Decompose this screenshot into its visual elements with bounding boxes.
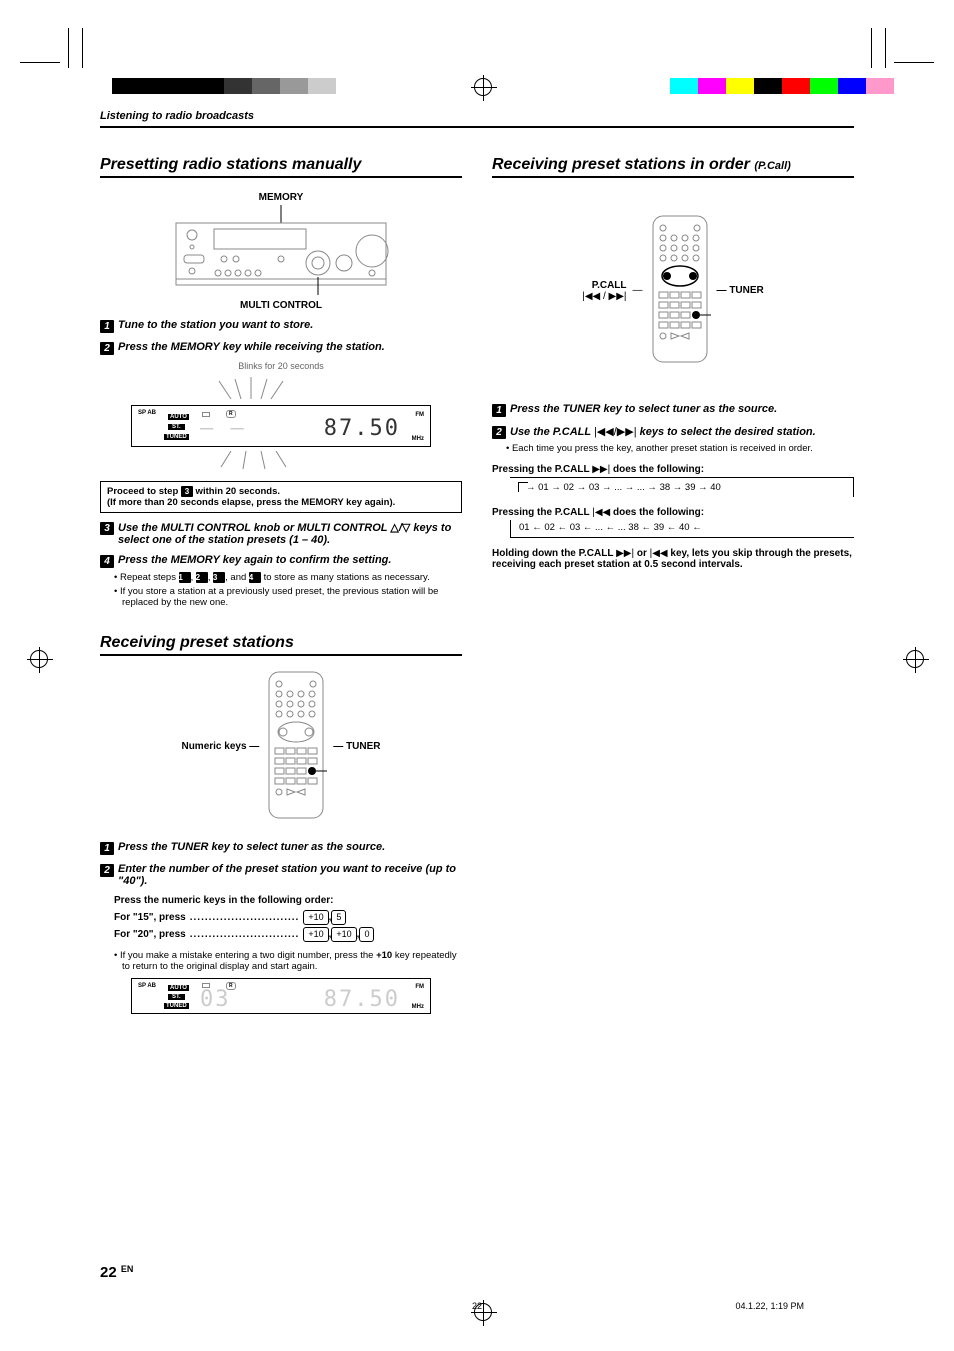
rev-sequence: 01 ← 02 ← 03 ← ... ← ... 38 ← 39 ← 40 ←	[510, 520, 854, 538]
registration-mark-right	[906, 650, 924, 668]
hold-note: Holding down the P.CALL ▶▶| or |◀◀ key, …	[492, 548, 854, 570]
registration-mark-left	[30, 650, 48, 668]
blink-burst-bottom-icon	[131, 451, 431, 471]
repeat-note: • Repeat steps 1, 2, 3, and 4 to store a…	[114, 572, 462, 583]
press-order-header: Press the numeric keys in the following …	[114, 895, 462, 906]
heading-preset-manual: Presetting radio stations manually	[100, 156, 462, 174]
left-column: Presetting radio stations manually MEMOR…	[100, 146, 462, 1024]
remote-diagram-1: Numeric keys —	[100, 670, 462, 823]
step-3: 3Use the MULTI CONTROL knob or MULTI CON…	[100, 521, 462, 546]
key-plus10: +10	[303, 910, 328, 925]
registration-mark-bottom	[474, 1303, 492, 1321]
prev-icon: |◀◀	[592, 507, 610, 518]
lcd-display-2: SP AB AUTO ST. TUNED R 03 87.50 FM MHz	[100, 978, 462, 1014]
prev-next-icon: |◀◀ / ▶▶|	[582, 291, 626, 302]
press-20: For "20", press ........................…	[114, 927, 462, 942]
key-plus10-b: +10	[331, 927, 356, 942]
pcall-step-2: 2Use the P.CALL |◀◀/▶▶| keys to select t…	[492, 425, 854, 439]
remote-icon	[649, 214, 711, 364]
lcd-display-1: Blinks for 20 seconds SP AB AUTO ST. TUN…	[100, 361, 462, 471]
blink-burst-icon	[131, 377, 431, 401]
label-tuner: — TUNER	[333, 741, 380, 752]
prev-next-icon: |◀◀/▶▶|	[594, 426, 637, 438]
step-1: 1Tune to the station you want to store.	[100, 319, 462, 333]
key-5: 5	[331, 910, 346, 925]
footer-timestamp: 04.1.22, 1:19 PM	[735, 1301, 804, 1311]
color-bar-right	[670, 78, 894, 94]
step-2: 2Press the MEMORY key while receiving th…	[100, 341, 462, 355]
section-breadcrumb: Listening to radio broadcasts	[100, 110, 854, 122]
step-4: 4Press the MEMORY key again to confirm t…	[100, 554, 462, 568]
key-0: 0	[359, 927, 374, 942]
label-pcall: P.CALL |◀◀ / ▶▶|	[582, 280, 626, 302]
diagram-label-multi: MULTI CONTROL	[100, 300, 462, 311]
prev-icon: |◀◀	[650, 548, 668, 559]
heading-pcall: Receiving preset stations in order (P.Ca…	[492, 156, 854, 174]
blink-caption: Blinks for 20 seconds	[100, 361, 462, 371]
recv-step-1: 1Press the TUNER key to select tuner as …	[100, 841, 462, 855]
registration-mark-top	[474, 78, 492, 96]
page-content: Listening to radio broadcasts Presetting…	[100, 110, 854, 1024]
receiver-diagram: MEMORY	[100, 192, 462, 311]
pcall-note: • Each time you press the key, another p…	[506, 443, 854, 454]
next-icon: ▶▶|	[592, 464, 610, 475]
label-numeric-keys: Numeric keys —	[181, 741, 259, 752]
rev-label: Pressing the P.CALL |◀◀ does the followi…	[492, 507, 854, 518]
remote-icon	[265, 670, 327, 820]
pcall-step-1: 1Press the TUNER key to select tuner as …	[492, 403, 854, 417]
mistake-note: • If you make a mistake entering a two d…	[114, 950, 462, 972]
next-icon: ▶▶|	[616, 548, 634, 559]
press-15: For "15", press ........................…	[114, 910, 462, 925]
label-tuner-2: — TUNER	[717, 285, 764, 296]
fwd-label: Pressing the P.CALL ▶▶| does the followi…	[492, 464, 854, 475]
fwd-sequence: → 01 → 02 → 03 → ... → ... → 38 → 39 → 4…	[510, 477, 854, 497]
section-divider	[100, 126, 854, 128]
replace-note: • If you store a station at a previously…	[114, 586, 462, 608]
key-plus10: +10	[303, 927, 328, 942]
remote-diagram-2: P.CALL |◀◀ / ▶▶| —	[492, 214, 854, 367]
recv-step-2: 2Enter the number of the preset station …	[100, 863, 462, 887]
receiver-front-icon	[166, 205, 396, 295]
page-number: 22 EN	[100, 1264, 133, 1281]
crop-marks-top	[0, 28, 954, 88]
right-column: Receiving preset stations in order (P.Ca…	[492, 146, 854, 1024]
color-bar-left	[112, 78, 336, 94]
manual-page: Listening to radio broadcasts Presetting…	[0, 0, 954, 1351]
diagram-label-memory: MEMORY	[100, 192, 462, 203]
proceed-note: Proceed to step 3 within 20 seconds. (If…	[100, 481, 462, 513]
heading-receive-preset: Receiving preset stations	[100, 634, 462, 652]
